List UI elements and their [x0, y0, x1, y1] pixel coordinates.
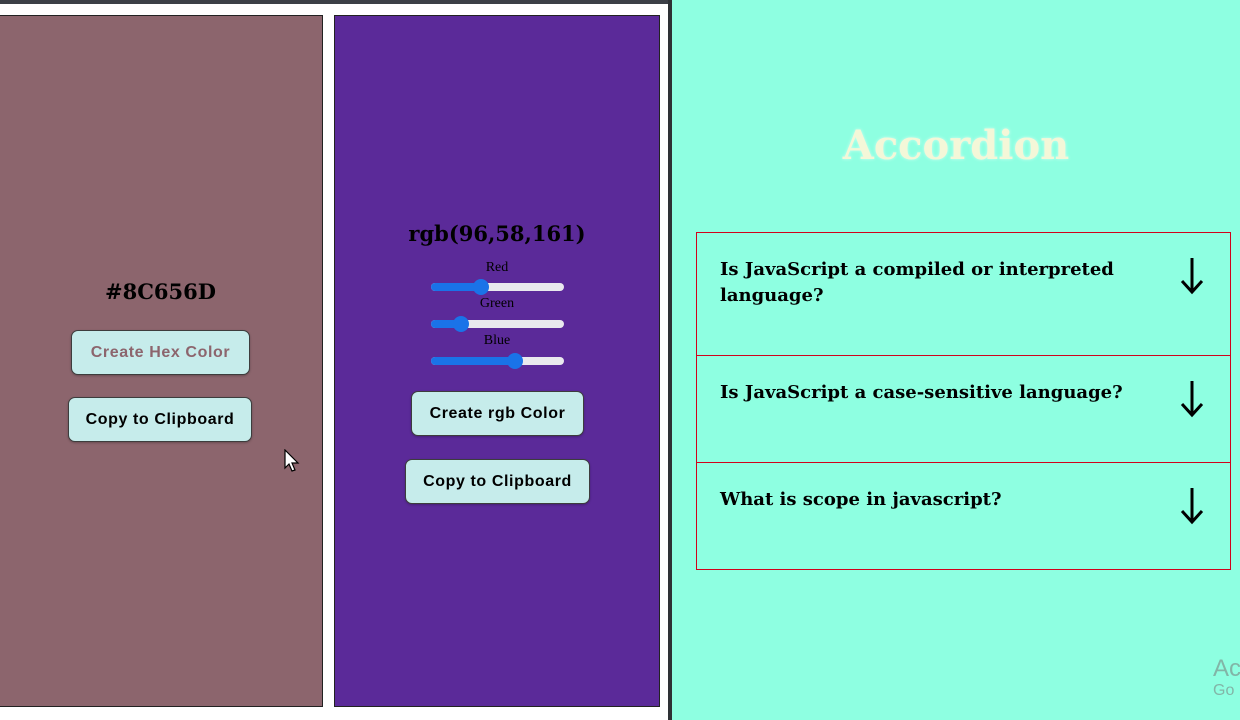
hex-color-panel: #8C656D Create Hex Color Copy to Clipboa…	[0, 15, 323, 707]
blue-slider-thumb[interactable]	[506, 353, 523, 369]
accordion-item[interactable]: Is JavaScript a case-sensitive language?	[696, 355, 1231, 463]
mouse-cursor-icon	[284, 449, 300, 472]
watermark-line-2: Go	[1213, 682, 1235, 699]
rgb-color-value: rgb(96,58,161)	[408, 221, 586, 246]
green-slider-thumb[interactable]	[453, 316, 470, 332]
accordion-question: What is scope in javascript?	[720, 489, 1002, 510]
accordion-title: Accordion	[842, 122, 1070, 169]
green-slider[interactable]	[431, 316, 564, 332]
red-slider-label: Red	[485, 260, 509, 275]
arrow-down-icon[interactable]	[1178, 485, 1206, 525]
watermark-line-1: Ac	[1213, 655, 1240, 682]
accordion-panel: Accordion Is JavaScript a compiled or in…	[672, 0, 1240, 720]
accordion-question: Is JavaScript a compiled or interpreted …	[720, 259, 1114, 306]
copy-hex-to-clipboard-button[interactable]: Copy to Clipboard	[68, 397, 252, 442]
create-rgb-color-button[interactable]: Create rgb Color	[411, 391, 584, 436]
arrow-down-icon[interactable]	[1178, 378, 1206, 418]
hex-color-value: #8C656D	[105, 279, 216, 304]
blue-slider-fill	[431, 357, 515, 365]
rgb-color-panel: rgb(96,58,161) Red Green Blue Create rgb…	[334, 15, 660, 707]
accordion-question: Is JavaScript a case-sensitive language?	[720, 382, 1123, 403]
red-slider-thumb[interactable]	[473, 279, 490, 295]
accordion-item[interactable]: Is JavaScript a compiled or interpreted …	[696, 232, 1231, 356]
create-hex-color-button[interactable]: Create Hex Color	[71, 330, 250, 375]
blue-slider[interactable]	[431, 353, 564, 369]
activate-windows-watermark: Ac Go	[1213, 656, 1240, 700]
red-slider[interactable]	[431, 279, 564, 295]
arrow-down-icon[interactable]	[1178, 255, 1206, 295]
blue-slider-label: Blue	[483, 333, 511, 348]
green-slider-label: Green	[479, 296, 515, 311]
accordion-list: Is JavaScript a compiled or interpreted …	[696, 232, 1231, 570]
copy-rgb-to-clipboard-button[interactable]: Copy to Clipboard	[405, 459, 590, 504]
accordion-item[interactable]: What is scope in javascript?	[696, 462, 1231, 570]
